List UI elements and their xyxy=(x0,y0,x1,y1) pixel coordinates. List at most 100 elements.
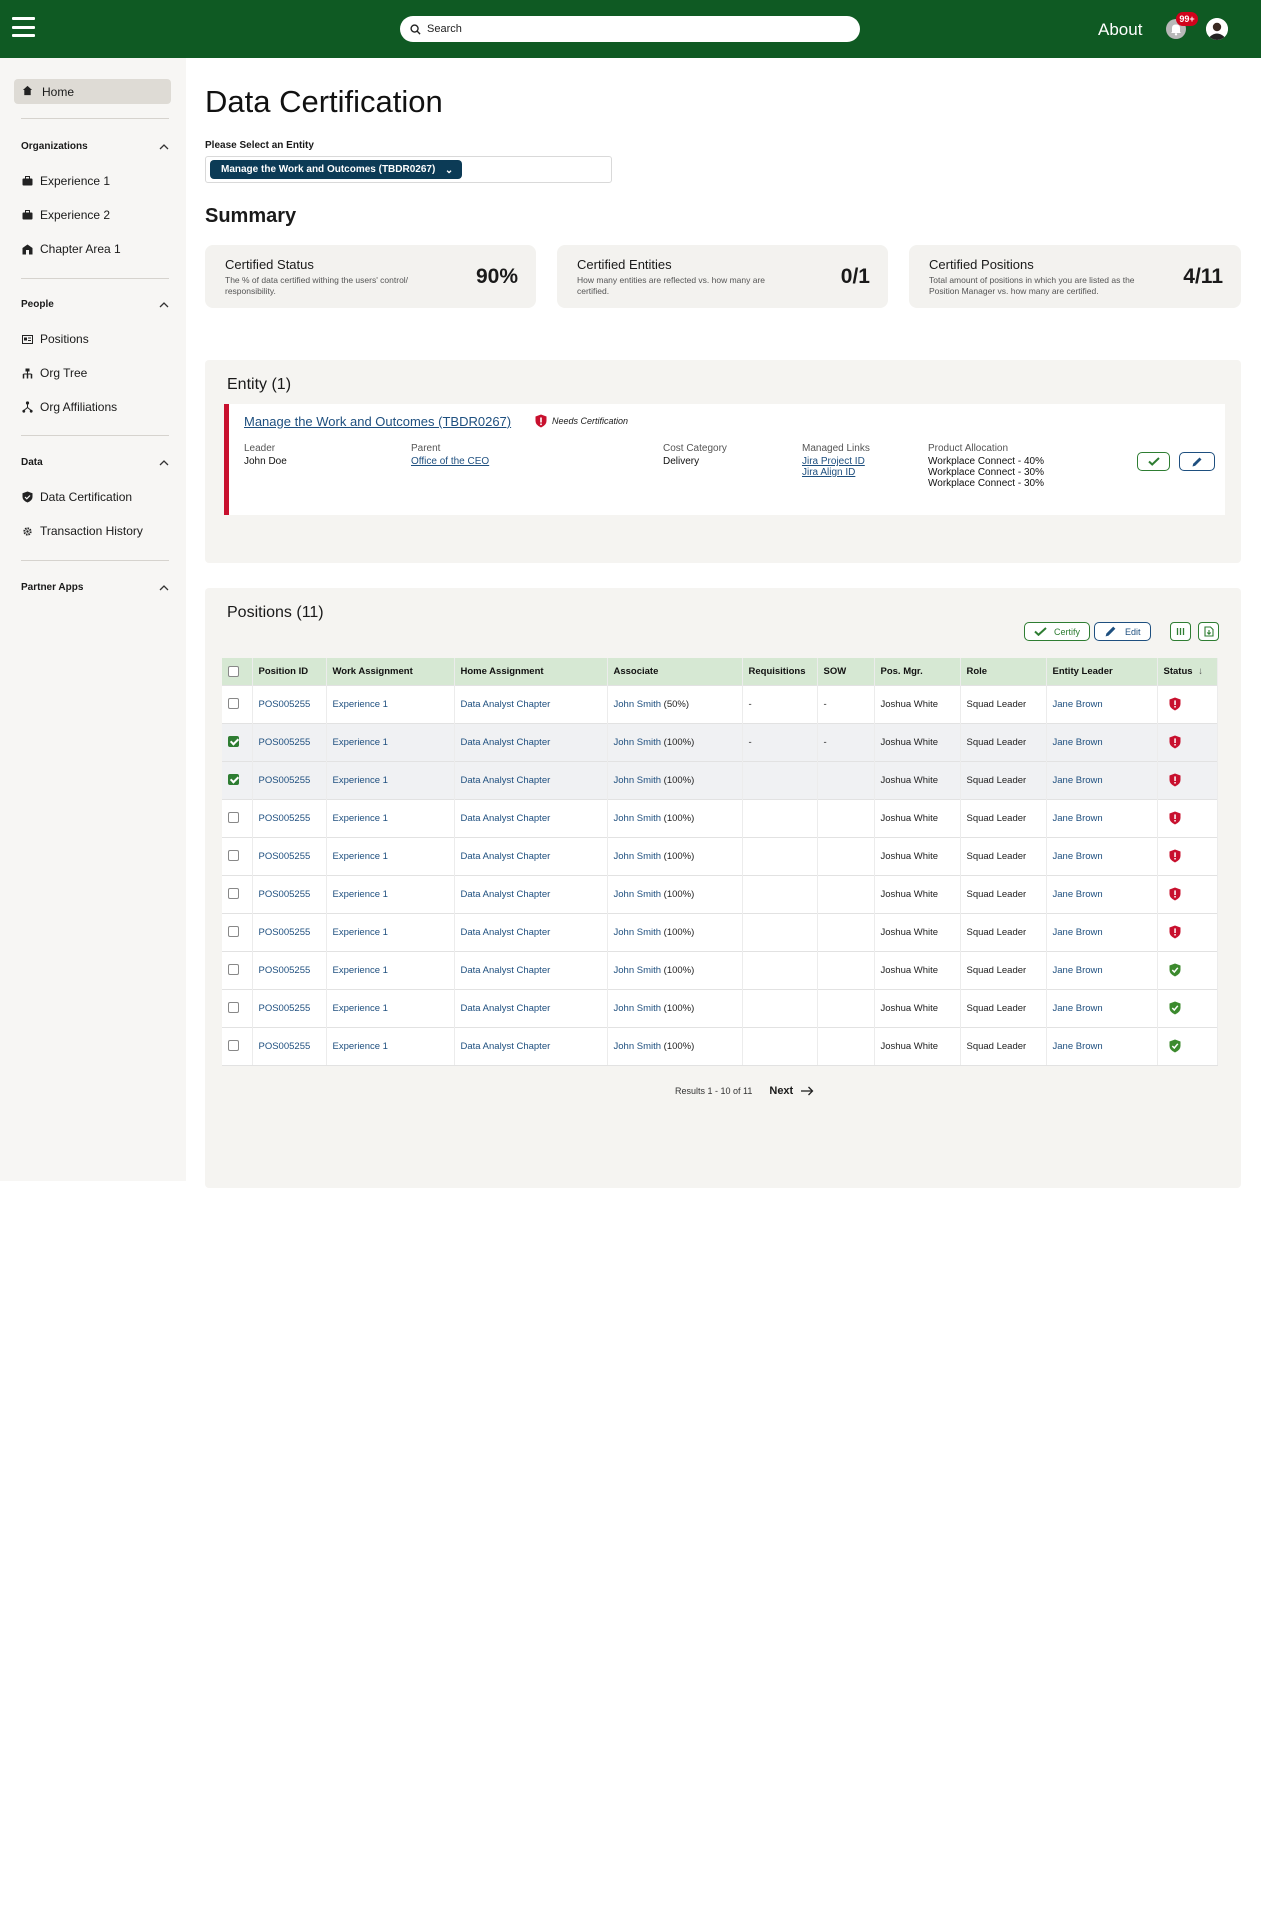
work-assignment-cell[interactable]: Experience 1 xyxy=(326,988,455,1027)
associate-link[interactable]: John Smith xyxy=(614,889,662,900)
associate-link[interactable]: John Smith xyxy=(614,851,662,862)
position-id-cell[interactable]: POS005255 xyxy=(252,1026,327,1066)
row-checkbox[interactable] xyxy=(228,812,239,824)
home-assignment-cell[interactable]: Data Analyst Chapter xyxy=(454,988,608,1027)
row-checkbox[interactable] xyxy=(228,736,239,748)
pos-mgr-cell[interactable]: Joshua White xyxy=(874,836,961,875)
associate-link[interactable]: John Smith xyxy=(614,1003,662,1014)
associate-link[interactable]: John Smith xyxy=(614,927,662,938)
entity-leader-cell[interactable]: Jane Brown xyxy=(1046,988,1158,1027)
entity-edit-button[interactable] xyxy=(1179,452,1215,471)
certify-button[interactable]: Certify xyxy=(1024,622,1090,641)
home-assignment-cell[interactable]: Data Analyst Chapter xyxy=(454,950,608,989)
edit-button[interactable]: Edit xyxy=(1094,622,1151,641)
sidebar-item-positions[interactable]: Positions xyxy=(21,332,89,346)
sidebar-item-transaction-history[interactable]: Transaction History xyxy=(21,524,143,538)
column-header-requisitions[interactable]: Requisitions xyxy=(742,658,818,685)
column-header-position-id[interactable]: Position ID xyxy=(252,658,327,685)
pos-mgr-cell[interactable]: Joshua White xyxy=(874,722,961,761)
home-assignment-cell[interactable]: Data Analyst Chapter xyxy=(454,722,608,761)
work-assignment-cell[interactable]: Experience 1 xyxy=(326,722,455,761)
row-checkbox[interactable] xyxy=(228,774,239,786)
position-id-cell[interactable]: POS005255 xyxy=(252,684,327,723)
parent-link[interactable]: Office of the CEO xyxy=(411,456,489,467)
position-id-cell[interactable]: POS005255 xyxy=(252,798,327,837)
column-header-sow[interactable]: SOW xyxy=(817,658,875,685)
position-id-cell[interactable]: POS005255 xyxy=(252,950,327,989)
home-assignment-cell[interactable]: Data Analyst Chapter xyxy=(454,1026,608,1066)
table-row[interactable]: POS005255 Experience 1 Data Analyst Chapte… xyxy=(222,950,1218,989)
sidebar-item-chapter-area-1[interactable]: Chapter Area 1 xyxy=(21,242,121,256)
table-row[interactable]: POS005255 Experience 1 Data Analyst Chapte… xyxy=(222,722,1218,761)
jira-project-link[interactable]: Jira Project ID xyxy=(802,456,870,467)
about-link[interactable]: About xyxy=(1098,20,1142,40)
user-avatar[interactable] xyxy=(1206,18,1228,40)
next-page-button[interactable]: Next xyxy=(769,1085,814,1097)
row-checkbox[interactable] xyxy=(228,926,239,938)
sidebar-item-home[interactable]: Home xyxy=(14,79,171,104)
entity-leader-cell[interactable]: Jane Brown xyxy=(1046,836,1158,875)
column-header-role[interactable]: Role xyxy=(960,658,1047,685)
associate-link[interactable]: John Smith xyxy=(614,965,662,976)
row-checkbox[interactable] xyxy=(228,964,239,976)
selected-entity-chip[interactable]: Manage the Work and Outcomes (TBDR0267) … xyxy=(210,160,463,179)
entity-leader-cell[interactable]: Jane Brown xyxy=(1046,950,1158,989)
sidebar-item-org-affiliations[interactable]: Org Affiliations xyxy=(21,400,117,414)
home-assignment-cell[interactable]: Data Analyst Chapter xyxy=(454,760,608,799)
entity-certify-button[interactable] xyxy=(1137,452,1170,471)
entity-leader-cell[interactable]: Jane Brown xyxy=(1046,912,1158,951)
column-header-home-assignment[interactable]: Home Assignment xyxy=(454,658,608,685)
columns-button[interactable] xyxy=(1170,622,1191,641)
position-id-cell[interactable]: POS005255 xyxy=(252,760,327,799)
search-bar[interactable] xyxy=(400,16,860,42)
position-id-cell[interactable]: POS005255 xyxy=(252,988,327,1027)
table-row[interactable]: POS005255 Experience 1 Data Analyst Chapte… xyxy=(222,760,1218,799)
entity-leader-cell[interactable]: Jane Brown xyxy=(1046,684,1158,723)
table-row[interactable]: POS005255 Experience 1 Data Analyst Chapte… xyxy=(222,1026,1218,1066)
table-row[interactable]: POS005255 Experience 1 Data Analyst Chapte… xyxy=(222,836,1218,875)
column-header-work-assignment[interactable]: Work Assignment xyxy=(326,658,455,685)
section-organizations[interactable]: Organizations xyxy=(21,141,169,152)
row-checkbox[interactable] xyxy=(228,1040,239,1052)
column-header-entity-leader[interactable]: Entity Leader xyxy=(1046,658,1158,685)
pos-mgr-cell[interactable]: Joshua White xyxy=(874,798,961,837)
sidebar-item-experience-2[interactable]: Experience 2 xyxy=(21,208,110,222)
column-header-associate[interactable]: Associate xyxy=(607,658,743,685)
entity-leader-cell[interactable]: Jane Brown xyxy=(1046,760,1158,799)
row-checkbox[interactable] xyxy=(228,698,239,710)
home-assignment-cell[interactable]: Data Analyst Chapter xyxy=(454,798,608,837)
position-id-cell[interactable]: POS005255 xyxy=(252,722,327,761)
associate-link[interactable]: John Smith xyxy=(614,775,662,786)
work-assignment-cell[interactable]: Experience 1 xyxy=(326,950,455,989)
section-data[interactable]: Data xyxy=(21,457,169,468)
work-assignment-cell[interactable]: Experience 1 xyxy=(326,798,455,837)
work-assignment-cell[interactable]: Experience 1 xyxy=(326,684,455,723)
table-row[interactable]: POS005255 Experience 1 Data Analyst Chapte… xyxy=(222,912,1218,951)
section-partner-apps[interactable]: Partner Apps xyxy=(21,582,169,593)
table-row[interactable]: POS005255 Experience 1 Data Analyst Chapte… xyxy=(222,798,1218,837)
associate-link[interactable]: John Smith xyxy=(614,737,662,748)
work-assignment-cell[interactable]: Experience 1 xyxy=(326,874,455,913)
associate-link[interactable]: John Smith xyxy=(614,813,662,824)
pos-mgr-cell[interactable]: Joshua White xyxy=(874,874,961,913)
work-assignment-cell[interactable]: Experience 1 xyxy=(326,1026,455,1066)
home-assignment-cell[interactable]: Data Analyst Chapter xyxy=(454,912,608,951)
search-input[interactable] xyxy=(427,23,827,35)
home-assignment-cell[interactable]: Data Analyst Chapter xyxy=(454,684,608,723)
export-button[interactable] xyxy=(1198,622,1219,641)
entity-leader-cell[interactable]: Jane Brown xyxy=(1046,1026,1158,1066)
select-all-checkbox[interactable] xyxy=(228,665,239,677)
pos-mgr-cell[interactable]: Joshua White xyxy=(874,988,961,1027)
column-header-status[interactable]: Status ↓ xyxy=(1157,658,1218,685)
entity-name-link[interactable]: Manage the Work and Outcomes (TBDR0267) xyxy=(244,414,511,429)
sidebar-item-experience-1[interactable]: Experience 1 xyxy=(21,174,110,188)
sidebar-item-org-tree[interactable]: Org Tree xyxy=(21,366,87,380)
entity-leader-cell[interactable]: Jane Brown xyxy=(1046,874,1158,913)
position-id-cell[interactable]: POS005255 xyxy=(252,912,327,951)
work-assignment-cell[interactable]: Experience 1 xyxy=(326,836,455,875)
position-id-cell[interactable]: POS005255 xyxy=(252,836,327,875)
home-assignment-cell[interactable]: Data Analyst Chapter xyxy=(454,874,608,913)
jira-align-link[interactable]: Jira Align ID xyxy=(802,467,870,478)
pos-mgr-cell[interactable]: Joshua White xyxy=(874,912,961,951)
work-assignment-cell[interactable]: Experience 1 xyxy=(326,760,455,799)
